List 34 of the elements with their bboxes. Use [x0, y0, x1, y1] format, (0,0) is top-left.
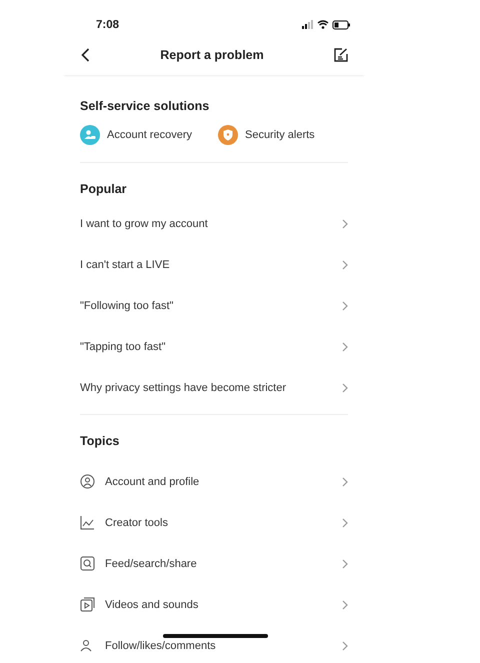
list-item[interactable]: "Following too fast"	[80, 285, 348, 326]
status-icons	[302, 20, 352, 30]
section-heading: Popular	[80, 182, 128, 196]
solution-link[interactable]: Account recovery	[80, 125, 192, 145]
video-icon	[80, 597, 95, 612]
chevron-icon	[342, 518, 348, 528]
chevron-icon	[342, 558, 348, 568]
list-item[interactable]: I can't start a LIVE	[80, 244, 348, 285]
chart-icon	[80, 515, 95, 530]
page-title: Report a problem	[160, 48, 264, 62]
person-icon	[80, 474, 95, 489]
back-icon[interactable]	[81, 48, 90, 62]
topic-item[interactable]: Videos and sounds	[80, 584, 348, 625]
search-icon	[80, 556, 95, 571]
list-item[interactable]: Why privacy settings have become stricter	[80, 367, 348, 408]
topic-item[interactable]: Feed/search/share	[80, 543, 348, 584]
chevron-icon	[342, 300, 348, 310]
solution-link[interactable]: Security alerts	[218, 125, 315, 145]
chevron-icon	[342, 218, 348, 228]
topic-item[interactable]: Account and profile	[80, 461, 348, 502]
chevron-icon	[342, 600, 348, 610]
edit-icon[interactable]	[334, 48, 348, 62]
chevron-icon	[342, 260, 348, 270]
section-heading: Topics	[80, 434, 120, 448]
topic-item[interactable]: Creator tools	[80, 502, 348, 543]
list-item[interactable]: "Tapping too fast"	[80, 326, 348, 367]
chevron-icon	[342, 640, 348, 650]
chevron-icon	[342, 476, 348, 486]
chevron-icon	[342, 342, 348, 352]
section-heading: Self-service solutions	[80, 99, 210, 113]
list-item[interactable]: I want to grow my account	[80, 203, 348, 244]
topic-item[interactable]: Follow/likes/comments	[80, 625, 348, 663]
status-time: 7:08	[96, 19, 120, 31]
chevron-icon	[342, 382, 348, 392]
